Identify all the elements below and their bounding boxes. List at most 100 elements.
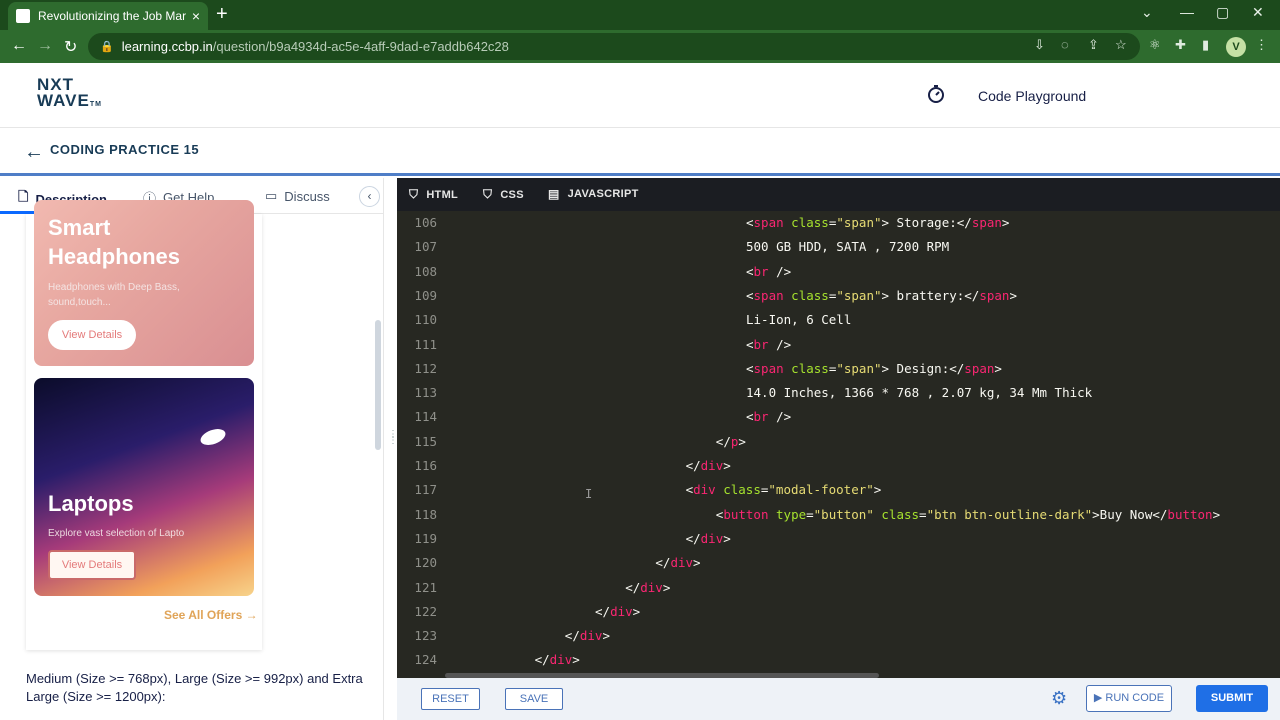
code-text: <br /> [746,264,791,279]
code-token: "span" [836,360,882,376]
code-text: </div> [655,555,700,570]
back-arrow-icon[interactable]: ← [24,141,44,164]
code-token: "modal-footer" [768,482,874,498]
new-tab-icon[interactable]: + [216,4,228,24]
code-token: /> [768,263,792,279]
tab-javascript[interactable]: ▤ JAVASCRIPT [548,187,639,201]
share-icon[interactable]: ⇪ [1088,37,1099,53]
code-area[interactable]: I 106 <span class="span"> Storage:</span>… [397,211,1280,678]
lock-icon[interactable]: 🔒 [100,40,114,53]
code-token: div [610,603,633,619]
code-token: "btn btn-outline-dark" [926,506,1093,522]
practice-header: ← CODING PRACTICE 15 [0,129,1280,176]
code-line: 111 <br /> [397,337,1280,361]
reset-button[interactable]: RESET [421,688,480,710]
left-panel-scrollbar[interactable] [375,320,381,450]
stopwatch-icon[interactable] [926,84,946,104]
practice-title: CODING PRACTICE 15 [50,142,200,157]
code-line: 120 </div> [397,555,1280,579]
code-token: span [753,215,784,230]
forward-icon[interactable]: → [37,37,53,55]
browser-tab-bar: Revolutionizing the Job Market | × + ⌄ —… [0,0,1280,30]
code-line: 123 </div> [397,628,1280,652]
code-line: 118 <button type="button" class="btn btn-… [397,507,1280,531]
code-playground-link[interactable]: Code Playground [978,88,1086,104]
eye-off-icon[interactable]: ◌ [1061,37,1069,52]
line-number: 111 [414,336,437,352]
tab-discuss[interactable]: ▭ Discuss [265,188,330,204]
line-number: 119 [414,530,437,546]
code-token: < [746,336,754,352]
code-line: 106 <span class="span"> Storage:</span> [397,215,1280,239]
code-text: </p> [716,434,746,449]
gear-icon[interactable]: ⚙ [1051,688,1067,709]
code-token: < [746,263,754,279]
install-icon[interactable]: ⇩ [1034,37,1045,53]
apple-logo-icon [198,425,228,449]
line-number: 117 [414,482,437,498]
browser-tab[interactable]: Revolutionizing the Job Market | × [8,2,208,30]
code-line: 117 <div class="modal-footer"> [397,482,1280,506]
code-token: div [670,555,694,571]
line-number: 122 [414,603,437,619]
code-token: br [753,336,769,352]
code-text: </div> [535,652,580,667]
see-all-offers-link[interactable]: See All Offers → [164,608,258,622]
save-button[interactable]: SAVE [505,688,563,710]
code-token: div [579,628,603,644]
nxtwave-logo[interactable]: NXT WAVETM [37,76,102,113]
code-token: button [1167,506,1213,522]
reload-icon[interactable]: ↻ [64,37,77,57]
card2-view-details-button[interactable]: View Details [48,550,136,580]
description-text: Medium (Size >= 768px), Large (Size >= 9… [26,671,363,704]
code-token: span [979,287,1010,303]
code-token: < [746,409,754,425]
code-editor-panel: ⛉ HTML ⛉ CSS ▤ JAVASCRIPT I 106 <span cla… [397,178,1280,678]
profile-avatar[interactable]: V [1226,37,1246,57]
url-path: /question/b9a4934d-ac5e-4aff-9dad-e7addb… [212,39,509,54]
back-icon[interactable]: ← [11,37,27,55]
code-line: 112 <span class="span"> Design:</span> [397,361,1280,385]
card1-view-details-button[interactable]: View Details [48,320,136,350]
maximize-icon[interactable]: ▢ [1216,4,1229,21]
close-tab-icon[interactable]: × [192,8,200,24]
code-text: <br /> [746,337,791,352]
collapse-panel-button[interactable]: ‹ [359,186,380,207]
logo-tm: TM [89,101,102,108]
line-number: 123 [414,628,437,644]
close-window-icon[interactable]: ✕ [1252,4,1264,21]
address-bar[interactable]: 🔒 learning.ccbp.in /question/b9a4934d-ac… [88,33,1140,60]
laptops-card: Laptops Explore vast selection of Lapto … [34,378,254,596]
code-token: Li-Ion, 6 Cell [746,312,852,328]
tab-html[interactable]: ⛉ HTML [409,187,458,202]
run-code-button[interactable]: ▶ RUN CODE [1086,685,1172,712]
minimize-icon[interactable]: — [1180,4,1194,20]
code-token: div [700,458,724,473]
code-token: > [662,579,671,595]
code-token: class [791,287,829,303]
line-number: 106 [414,215,437,230]
headphones-card: Smart Headphones Headphones with Deep Ba… [34,200,254,366]
side-panel-icon[interactable]: ▮ [1202,37,1209,53]
react-devtools-icon[interactable]: ⚛ [1149,37,1161,53]
code-token: </ [625,579,641,595]
star-icon[interactable]: ☆ [1115,37,1127,53]
tab-css[interactable]: ⛉ CSS [483,187,524,202]
menu-kebab-icon[interactable]: ⋮ [1255,37,1268,53]
extensions-icon[interactable]: ✚ [1175,37,1186,53]
code-line: 108 <br /> [397,264,1280,288]
code-token: </ [655,555,671,571]
chevron-down-icon[interactable]: ⌄ [1141,4,1153,21]
code-token: 14.0 Inches, 1366 * 768 , 2.07 kg, 34 Mm… [746,385,1093,401]
submit-button[interactable]: SUBMIT [1196,685,1268,712]
code-token: "button" [813,506,874,522]
code-token: class [881,506,920,522]
code-line: 116 </div> [397,458,1280,482]
code-token: div [693,482,716,498]
code-text: Li-Ion, 6 Cell [746,312,851,327]
editor-actions-bar: RESET SAVE ⚙ ▶ RUN CODE SUBMIT [397,678,1280,720]
favicon-icon [16,9,30,23]
code-text: <br /> [746,409,791,424]
browser-tab-title: Revolutionizing the Job Market | [38,9,186,23]
code-token: </ [595,603,611,619]
